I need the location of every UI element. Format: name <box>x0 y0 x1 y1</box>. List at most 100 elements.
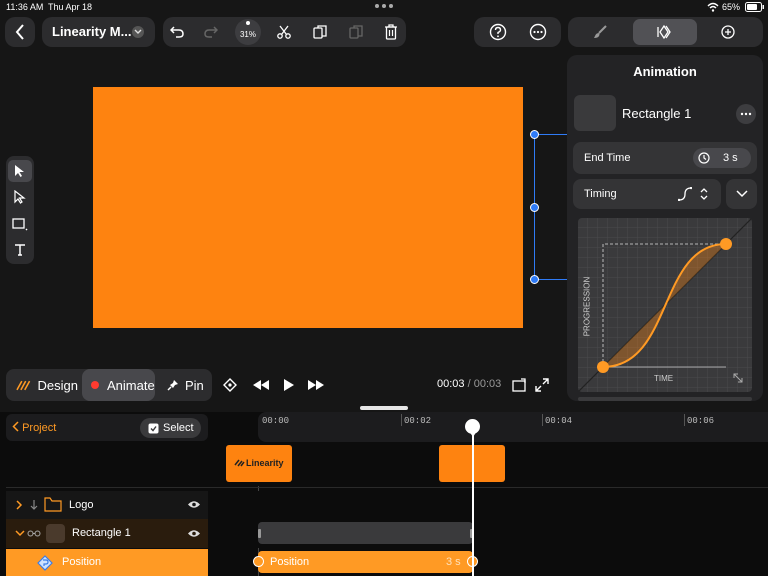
rewind-icon <box>253 380 269 390</box>
rectangle-track-bar[interactable] <box>258 522 473 544</box>
linearity-logo-icon <box>234 459 245 467</box>
inspector-scroll-edge <box>578 397 752 401</box>
layer-row-position[interactable]: Position <box>6 549 208 576</box>
timeline-resize-handle[interactable] <box>360 406 408 410</box>
tab-style[interactable] <box>582 19 618 45</box>
playhead-pointer <box>469 431 477 437</box>
mode-pin-label: Pin <box>185 377 204 393</box>
logo-clip[interactable]: Linearity <box>226 445 292 482</box>
tool-rectangle[interactable] <box>8 213 32 235</box>
position-track-duration: 3 s <box>446 556 461 568</box>
select-button[interactable]: Select <box>140 418 201 438</box>
ellipsis-icon <box>740 112 752 116</box>
tab-add[interactable] <box>714 19 742 45</box>
ruler-tick-label: 00:06 <box>687 416 715 426</box>
selection-handle[interactable] <box>530 275 539 284</box>
mode-animate-button[interactable]: Animate <box>82 369 155 401</box>
tab-animation[interactable] <box>633 19 697 45</box>
end-time-label: End Time <box>584 152 631 164</box>
battery-icon <box>745 2 765 12</box>
object-more-button[interactable] <box>736 104 756 124</box>
layer-name: Position <box>62 556 102 568</box>
copy-button[interactable] <box>306 18 334 46</box>
selection-handle[interactable] <box>530 130 539 139</box>
ruler-tick-label: 00:04 <box>545 416 573 426</box>
rectangle-icon <box>12 218 28 231</box>
mode-design-button[interactable]: Design <box>8 369 78 401</box>
clock-icon <box>698 152 710 164</box>
project-breadcrumb[interactable]: Project <box>12 421 56 434</box>
playhead-line <box>472 430 474 576</box>
node-cursor-icon <box>14 190 26 204</box>
rewind-button[interactable] <box>250 375 272 395</box>
cut-button[interactable] <box>270 18 298 46</box>
fast-forward-button[interactable] <box>305 375 327 395</box>
add-keyframe-button[interactable] <box>220 375 240 395</box>
tool-text[interactable] <box>8 239 32 261</box>
more-options-button[interactable] <box>524 18 552 46</box>
object-name: Rectangle 1 <box>622 106 692 121</box>
back-button[interactable] <box>5 17 35 47</box>
delete-button[interactable] <box>377 18 405 46</box>
logo-track-row <box>258 491 768 519</box>
position-track-bar[interactable]: Position 3 s <box>258 551 473 573</box>
easing-graph[interactable]: TIME PROGRESSION <box>578 218 752 392</box>
chevron-left-icon <box>15 24 24 40</box>
position-track-label: Position <box>270 556 310 568</box>
track-trim-handle[interactable] <box>258 529 261 538</box>
record-dot-icon <box>91 381 99 389</box>
wifi-icon <box>707 2 719 12</box>
trash-icon <box>385 24 397 40</box>
status-date: Thu Apr 18 <box>48 2 93 12</box>
position-keyframe-icon <box>37 555 53 571</box>
plus-circle-icon <box>721 25 735 39</box>
chevron-left-icon <box>12 421 19 432</box>
fullscreen-button[interactable] <box>533 376 551 394</box>
timing-expand-button[interactable] <box>726 179 757 209</box>
current-time: 00:03 <box>437 378 465 390</box>
document-title-button[interactable]: Linearity M... <box>42 17 155 47</box>
layer-name: Rectangle 1 <box>72 527 131 539</box>
folder-icon <box>44 497 62 512</box>
keyframe-diamond-icon <box>223 378 237 392</box>
export-frame-button[interactable] <box>510 376 528 394</box>
logo-clip-text: Linearity <box>246 458 284 468</box>
layer-divider <box>6 487 768 488</box>
mode-pin-button[interactable]: Pin <box>159 369 209 401</box>
layer-name: Logo <box>69 499 94 511</box>
text-icon <box>15 244 25 256</box>
select-label: Select <box>163 422 194 434</box>
paste-button[interactable] <box>342 18 370 46</box>
help-button[interactable] <box>484 18 512 46</box>
tool-selection[interactable] <box>8 160 32 182</box>
eye-icon[interactable] <box>187 500 201 509</box>
inspector-title: Animation <box>633 64 697 79</box>
mode-animate-label: Animate <box>107 377 155 393</box>
eye-icon[interactable] <box>187 529 201 538</box>
battery-percent: 65% <box>722 2 741 12</box>
artboard-rectangle[interactable] <box>93 87 523 328</box>
playback-time: 00:03 / 00:03 <box>437 378 501 390</box>
keyframe-start[interactable] <box>253 556 264 567</box>
ruler-tick <box>401 414 402 426</box>
pin-icon <box>167 380 178 391</box>
redo-button[interactable] <box>197 18 225 46</box>
multitasking-dots-icon[interactable] <box>374 3 394 9</box>
zoom-level: 31% <box>239 29 256 39</box>
layer-row-rectangle[interactable]: Rectangle 1 <box>6 519 208 548</box>
end-time-value: 3 s <box>723 152 738 164</box>
easing-start-handle <box>597 361 609 373</box>
total-time: 00:03 <box>473 378 502 390</box>
easing-end-handle <box>720 238 732 250</box>
layer-row-logo[interactable]: Logo <box>6 491 208 519</box>
paste-icon <box>349 25 363 39</box>
tool-node[interactable] <box>8 186 32 208</box>
keyframes-icon <box>657 25 671 39</box>
selection-handle[interactable] <box>530 203 539 212</box>
scissors-icon <box>277 25 291 39</box>
disclosure-chevron-down-icon <box>15 530 25 537</box>
chevron-down-icon <box>132 26 144 38</box>
end-time-field[interactable]: 3 s <box>693 148 751 168</box>
undo-button[interactable] <box>163 18 191 46</box>
play-button[interactable] <box>280 375 298 395</box>
